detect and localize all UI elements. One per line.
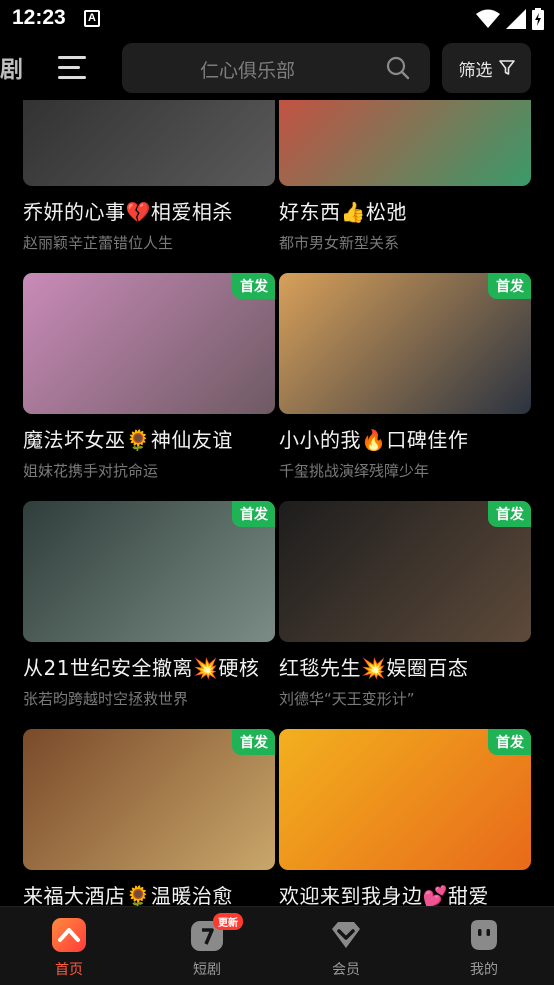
battery-icon — [532, 8, 544, 30]
card-thumbnail[interactable]: 首发 — [279, 501, 531, 642]
card-title[interactable]: 从21世纪安全撤离💥硬核 — [23, 652, 275, 681]
nav-vip[interactable]: 会员 — [306, 907, 386, 985]
drama-card[interactable]: 首发 从21世纪安全撤离💥硬核 张若昀跨越时空拯救世界 — [23, 501, 275, 709]
nav-label: 会员 — [332, 962, 360, 978]
drama-card[interactable]: 首发 欢迎来到我身边💕甜爱 — [279, 729, 531, 906]
filter-label: 筛选 — [458, 60, 493, 81]
notification-icon: A — [84, 10, 100, 27]
signal-icon — [506, 9, 526, 29]
drama-card[interactable]: 首发 红毯先生💥娱圈百态 刘德华“天王变形计” — [279, 501, 531, 709]
status-indicators — [476, 8, 544, 30]
filter-icon — [498, 60, 515, 75]
card-thumbnail[interactable]: 首发 — [23, 273, 275, 414]
premiere-badge: 首发 — [488, 729, 531, 755]
search-placeholder: 仁心俱乐部 — [200, 60, 296, 82]
nav-profile[interactable]: 我的 — [444, 907, 524, 985]
card-thumbnail[interactable]: 首发 — [23, 501, 275, 642]
update-badge: 更新 — [213, 913, 243, 930]
premiere-badge: 首发 — [232, 729, 275, 755]
card-thumbnail[interactable]: 首发 — [279, 273, 531, 414]
card-subtitle: 刘德华“天王变形计” — [279, 690, 415, 708]
content-feed[interactable]: 乔妍的心事💔相爱相杀 赵丽颖辛芷蕾错位人生 好东西👍松弛 都市男女新型关系 首发… — [0, 100, 554, 906]
status-time: 12:23 — [12, 6, 66, 29]
card-title[interactable]: 红毯先生💥娱圈百态 — [279, 652, 531, 681]
card-title[interactable]: 来福大酒店🌻温暖治愈 — [23, 880, 275, 906]
premiere-badge: 首发 — [488, 501, 531, 527]
profile-icon — [471, 920, 497, 950]
card-subtitle: 姐妹花携手对抗命运 — [23, 462, 159, 480]
home-icon — [52, 918, 86, 952]
top-bar: 剧 仁心俱乐部 筛选 — [0, 38, 554, 100]
card-subtitle: 千玺挑战演绎残障少年 — [279, 462, 430, 480]
premiere-badge: 首发 — [232, 501, 275, 527]
bottom-navigation: 首页 短剧 更新 会员 我的 — [0, 906, 554, 985]
nav-label: 我的 — [470, 962, 498, 978]
wifi-icon — [476, 9, 500, 28]
drama-card[interactable]: 首发 魔法坏女巫🌻神仙友谊 姐妹花携手对抗命运 — [23, 273, 275, 481]
drama-card[interactable]: 首发 来福大酒店🌻温暖治愈 — [23, 729, 275, 906]
search-bar[interactable]: 仁心俱乐部 — [122, 43, 430, 93]
card-subtitle: 张若昀跨越时空拯救世界 — [23, 690, 189, 708]
drama-card[interactable]: 好东西👍松弛 都市男女新型关系 — [279, 100, 531, 253]
card-thumbnail[interactable] — [279, 100, 531, 186]
premiere-badge: 首发 — [232, 273, 275, 299]
vip-icon — [332, 922, 360, 948]
card-subtitle: 赵丽颖辛芷蕾错位人生 — [23, 234, 174, 252]
card-thumbnail[interactable] — [23, 100, 275, 186]
status-bar: 12:23 A — [0, 0, 554, 38]
card-title[interactable]: 欢迎来到我身边💕甜爱 — [279, 880, 531, 906]
drama-card[interactable]: 乔妍的心事💔相爱相杀 赵丽颖辛芷蕾错位人生 — [23, 100, 275, 253]
search-icon[interactable] — [386, 56, 410, 80]
nav-label: 首页 — [55, 962, 83, 978]
card-title[interactable]: 好东西👍松弛 — [279, 196, 531, 225]
card-title[interactable]: 魔法坏女巫🌻神仙友谊 — [23, 424, 275, 453]
card-thumbnail[interactable]: 首发 — [279, 729, 531, 870]
card-title[interactable]: 小小的我🔥口碑佳作 — [279, 424, 531, 453]
card-thumbnail[interactable]: 首发 — [23, 729, 275, 870]
premiere-badge: 首发 — [488, 273, 531, 299]
card-title[interactable]: 乔妍的心事💔相爱相杀 — [23, 196, 275, 225]
filter-button[interactable]: 筛选 — [442, 43, 531, 93]
card-subtitle: 都市男女新型关系 — [279, 234, 400, 252]
nav-home[interactable]: 首页 — [29, 907, 109, 985]
category-tab-partial[interactable]: 剧 — [0, 50, 23, 84]
nav-label: 短剧 — [193, 962, 221, 978]
drama-card[interactable]: 首发 小小的我🔥口碑佳作 千玺挑战演绎残障少年 — [279, 273, 531, 481]
menu-button[interactable] — [58, 54, 88, 82]
